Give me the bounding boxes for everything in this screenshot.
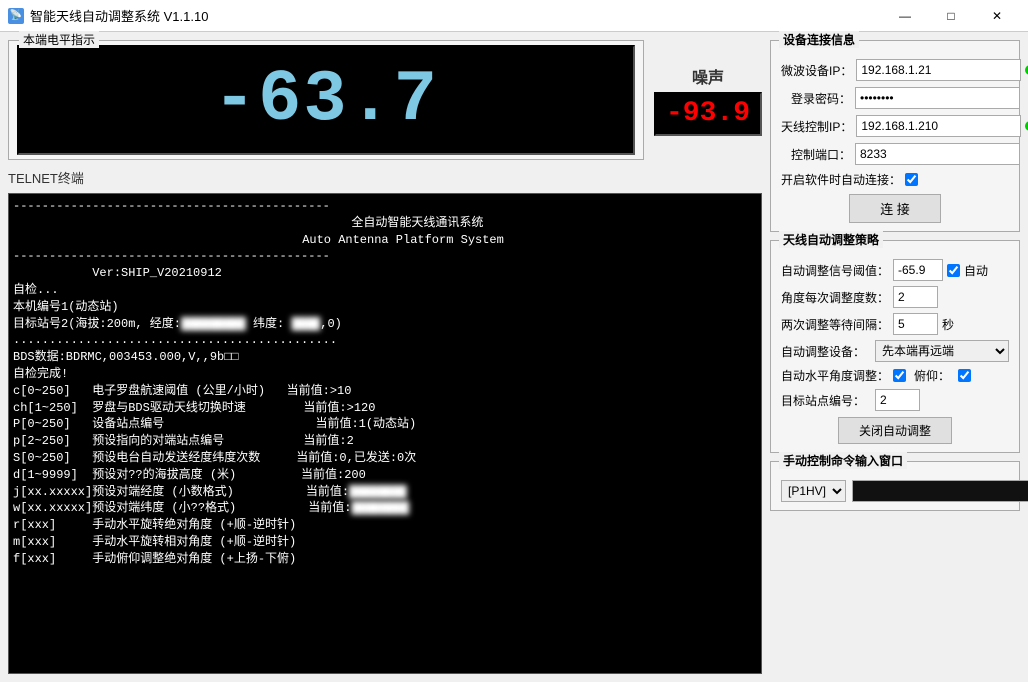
terminal-line: BDS数据:BDRMC,003453.000,V,,9b□□: [13, 349, 757, 366]
control-port-row: 控制端口：: [781, 143, 1009, 165]
terminal-line: ----------------------------------------…: [13, 198, 757, 215]
terminal-line: j[xx.xxxxx]预设对端经度 (小数格式) 当前值:████████: [13, 484, 757, 501]
manual-command-select[interactable]: [P1HV] [P1H] [P1V] [P2HV]: [781, 480, 846, 502]
main-level-value: -63.7: [213, 64, 439, 136]
terminal-container[interactable]: ----------------------------------------…: [8, 193, 762, 674]
minimize-button[interactable]: —: [882, 0, 928, 32]
terminal-line: ........................................…: [13, 332, 757, 349]
terminal-line: ch[1~250] 罗盘与BDS驱动天线切换时速 当前值:>120: [13, 400, 757, 417]
micro-device-ip-label: 微波设备IP：: [781, 62, 852, 79]
manual-control-panel: 手动控制命令输入窗口 [P1HV] [P1H] [P1V] [P2HV]: [770, 461, 1020, 511]
antenna-control-ip-row: 天线控制IP：: [781, 115, 1009, 137]
main-content: 本端电平指示 -63.7 噪声 -93.9 TELNET终端 ---------…: [0, 32, 1028, 682]
auto-connect-label: 开启软件时自动连接：: [781, 171, 901, 188]
terminal-line: P[0~250] 设备站点编号 当前值:1(动态站): [13, 416, 757, 433]
terminal-line: r[xxx] 手动水平旋转绝对角度 (+顺-逆时针): [13, 517, 757, 534]
micro-device-ip-input[interactable]: [856, 59, 1021, 81]
maximize-button[interactable]: □: [928, 0, 974, 32]
titlebar-controls[interactable]: — □ ✕: [882, 0, 1020, 32]
terminal-line: 自检...: [13, 282, 757, 299]
app-title: 智能天线自动调整系统 V1.1.10: [30, 6, 208, 25]
target-station-row: 目标站点编号：: [781, 389, 1009, 411]
control-port-label: 控制端口：: [781, 146, 851, 163]
manual-control-row: [P1HV] [P1H] [P1V] [P2HV]: [781, 480, 1009, 502]
terminal-line: w[xx.xxxxx]预设对端纬度 (小??格式) 当前值:████████: [13, 500, 757, 517]
signal-section: 本端电平指示 -63.7 噪声 -93.9: [8, 40, 762, 160]
terminal-line: p[2~250] 预设指向的对端站点编号 当前值:2: [13, 433, 757, 450]
terminal-line: 自检完成!: [13, 366, 757, 383]
connect-button[interactable]: 连 接: [849, 194, 941, 223]
interval-label: 两次调整等待间隔：: [781, 316, 889, 333]
angle-step-row: 角度每次调整度数：: [781, 286, 1009, 308]
auto-adjust-panel: 天线自动调整策略 自动调整信号阈值： 自动 角度每次调整度数： 两次调整等待间隔…: [770, 240, 1020, 453]
signal-threshold-input[interactable]: [893, 259, 943, 281]
device-row: 自动调整设备： 先本端再远端 先远端再本端 仅本端 仅远端: [781, 340, 1009, 362]
angle-step-input[interactable]: [893, 286, 938, 308]
close-button[interactable]: ✕: [974, 0, 1020, 32]
auto-checkbox[interactable]: [947, 264, 960, 277]
device-label: 自动调整设备：: [781, 343, 871, 360]
interval-unit: 秒: [942, 316, 954, 333]
terminal-line: ----------------------------------------…: [13, 248, 757, 265]
angle-step-label: 角度每次调整度数：: [781, 289, 889, 306]
signal-threshold-label: 自动调整信号阈值：: [781, 262, 889, 279]
terminal-line: c[0~250] 电子罗盘航速阈值 (公里/小时) 当前值:>10: [13, 383, 757, 400]
tilt-label: 俯仰：: [914, 367, 950, 384]
terminal-line: 全自动智能天线通讯系统: [13, 215, 757, 232]
terminal-line: f[xxx] 手动俯仰调整绝对角度 (+上扬-下俯): [13, 551, 757, 568]
login-password-row: 登录密码：: [781, 87, 1009, 109]
noise-value: -93.9: [666, 98, 750, 129]
device-select[interactable]: 先本端再远端 先远端再本端 仅本端 仅远端: [875, 340, 1009, 362]
control-port-input[interactable]: [855, 143, 1020, 165]
target-station-input[interactable]: [875, 389, 920, 411]
level-display-container: 本端电平指示 -63.7: [8, 40, 644, 160]
terminal-line: Auto Antenna Platform System: [13, 232, 757, 249]
terminal-line: 目标站号2(海拔:200m, 经度:█████████ 纬度: ████,0): [13, 316, 757, 333]
horizontal-checkbox-group: 俯仰：: [893, 367, 971, 384]
close-adjust-button[interactable]: 关闭自动调整: [838, 417, 952, 444]
manual-control-title: 手动控制命令输入窗口: [779, 452, 907, 469]
auto-connect-row: 开启软件时自动连接：: [781, 171, 1009, 188]
noise-screen: -93.9: [654, 92, 762, 136]
auto-adjust-title: 天线自动调整策略: [779, 231, 883, 248]
terminal-wrapper: ----------------------------------------…: [8, 193, 762, 674]
horizontal-checkbox[interactable]: [893, 369, 906, 382]
terminal-line: d[1~9999] 预设对??的海拔高度 (米) 当前值:200: [13, 467, 757, 484]
horizontal-adjust-row: 自动水平角度调整： 俯仰：: [781, 367, 1009, 384]
login-password-label: 登录密码：: [781, 90, 851, 107]
terminal-line: S[0~250] 预设电台自动发送经度纬度次数 当前值:0,已发送:0次: [13, 450, 757, 467]
auto-checkbox-label: 自动: [947, 262, 988, 279]
tilt-checkbox[interactable]: [958, 369, 971, 382]
interval-input[interactable]: [893, 313, 938, 335]
noise-label: 噪声: [692, 64, 724, 88]
terminal-line: m[xxx] 手动水平旋转相对角度 (+顺-逆时针): [13, 534, 757, 551]
horizontal-adjust-label: 自动水平角度调整：: [781, 367, 889, 384]
interval-row: 两次调整等待间隔： 秒: [781, 313, 1009, 335]
right-panel: 设备连接信息 微波设备IP： 登录密码： 天线控制IP： 控制端口：: [770, 40, 1020, 674]
signal-threshold-row: 自动调整信号阈值： 自动: [781, 259, 1009, 281]
noise-display-container: 噪声 -93.9: [654, 40, 762, 160]
titlebar: 📡 智能天线自动调整系统 V1.1.10 — □ ✕: [0, 0, 1028, 32]
manual-command-input[interactable]: [852, 480, 1028, 502]
level-display-title: 本端电平指示: [19, 31, 99, 48]
target-station-label: 目标站点编号：: [781, 392, 871, 409]
auto-label: 自动: [964, 262, 988, 279]
device-connection-title: 设备连接信息: [779, 31, 859, 48]
antenna-control-ip-input[interactable]: [856, 115, 1021, 137]
titlebar-left: 📡 智能天线自动调整系统 V1.1.10: [8, 6, 208, 25]
auto-connect-checkbox[interactable]: [905, 173, 918, 186]
app-icon: 📡: [8, 8, 24, 24]
device-connection-panel: 设备连接信息 微波设备IP： 登录密码： 天线控制IP： 控制端口：: [770, 40, 1020, 232]
main-level-screen: -63.7: [17, 45, 635, 155]
antenna-control-ip-label: 天线控制IP：: [781, 118, 852, 135]
left-panel: 本端电平指示 -63.7 噪声 -93.9 TELNET终端 ---------…: [8, 40, 762, 674]
terminal-line: 本机编号1(动态站): [13, 299, 757, 316]
telnet-label: TELNET终端: [8, 168, 762, 187]
login-password-input[interactable]: [855, 87, 1020, 109]
terminal-line: Ver:SHIP_V20210912: [13, 265, 757, 282]
micro-device-ip-row: 微波设备IP：: [781, 59, 1009, 81]
